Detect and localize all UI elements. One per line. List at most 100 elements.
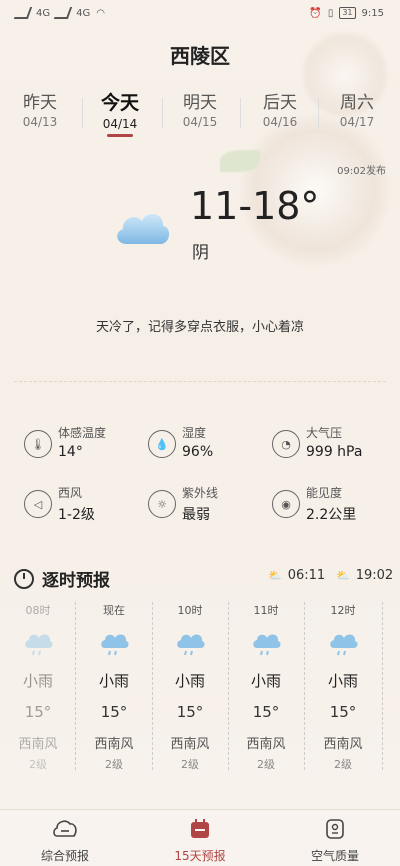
rain-cloud-icon: [84, 626, 144, 662]
metric-value: 96%: [182, 444, 214, 460]
hour-temp: 15°: [24, 703, 52, 721]
divider: [304, 602, 305, 770]
sun-icon: ☼: [148, 490, 176, 518]
day-name: 今天: [100, 92, 139, 114]
wind-direction-icon: ◁: [24, 490, 52, 518]
divider: [82, 98, 83, 128]
day-tab-yesterday[interactable]: 昨天 04/13: [5, 88, 75, 129]
wifi-icon: ◠: [96, 7, 105, 19]
droplet-icon: 💧: [148, 430, 176, 458]
status-bar: 4G 4G ◠ ⏰ ▯ 31 9:15: [0, 0, 400, 28]
metric-wind: ◁ 西风 1-2级: [24, 484, 148, 528]
metric-humidity: 💧 湿度 96%: [148, 424, 272, 468]
air-quality-icon: [280, 818, 390, 843]
metric-value: 最弱: [182, 507, 210, 523]
metric-label: 湿度: [182, 426, 207, 440]
vibrate-icon: ▯: [327, 7, 334, 19]
tab-label: 综合预报: [40, 849, 89, 863]
section-title: 逐时预报: [42, 571, 110, 591]
divider: [162, 98, 163, 128]
hour-weather: 小雨: [327, 672, 358, 690]
hourly-list[interactable]: 08时 小雨 15° 西南风 2级 现在 小雨 15° 西南风 2级 10时 小…: [0, 598, 400, 778]
sunset-time: 19:02: [355, 568, 394, 583]
rain-cloud-icon: [236, 626, 296, 662]
hour-time: 11时: [253, 604, 279, 617]
hour-temp: 15°: [100, 703, 128, 721]
hour-time: 08时: [25, 604, 51, 617]
day-selector: 昨天 04/13 今天 04/14 明天 04/15 后天 04/16 周六 0…: [0, 88, 400, 138]
bottom-tab-bar: 综合预报 15天预报 空气质量: [0, 809, 400, 866]
hour-wind-level: 2级: [334, 758, 352, 771]
hour-time: 12时: [330, 604, 356, 617]
metric-value: 999 hPa: [306, 444, 363, 460]
rain-cloud-icon: [313, 626, 373, 662]
hour-time: 10时: [177, 604, 203, 617]
hour-temp: 15°: [176, 703, 204, 721]
metric-label: 紫外线: [182, 486, 219, 500]
day-tab-saturday[interactable]: 周六 04/17: [322, 88, 392, 129]
metric-uv: ☼ 紫外线 最弱: [148, 484, 272, 528]
metric-label: 能见度: [306, 486, 343, 500]
weather-condition: 阴: [192, 243, 209, 263]
hour-temp: 15°: [252, 703, 280, 721]
thermometer-icon: 🌡: [24, 430, 52, 458]
divider: [240, 98, 241, 128]
divider: [228, 602, 229, 770]
city-title[interactable]: 西陵区: [0, 40, 400, 69]
hour-wind-direction: 西南风: [94, 737, 134, 752]
metric-visibility: ◉ 能见度 2.2公里: [272, 484, 396, 528]
network-label: 4G: [36, 7, 51, 19]
hour-item: 现在 小雨 15° 西南风 2级: [84, 598, 144, 772]
face-cloud-icon: [10, 818, 120, 843]
tab-overall-forecast[interactable]: 综合预报: [10, 818, 120, 864]
hour-temp: 15°: [329, 703, 357, 721]
sunrise-time: 06:11: [287, 568, 326, 583]
rain-cloud-icon: [8, 626, 68, 662]
clock-time: 9:15: [361, 7, 384, 19]
hour-item: 12时 小雨 15° 西南风 2级: [313, 598, 373, 772]
divider: [318, 98, 319, 128]
day-date: 04/17: [339, 115, 375, 129]
rain-cloud-icon: [160, 626, 220, 662]
day-tab-today[interactable]: 今天 04/14: [85, 88, 155, 131]
metric-label: 大气压: [306, 426, 343, 440]
tab-label: 15天预报: [174, 849, 226, 863]
signal-icon: [13, 7, 33, 19]
day-name: 后天: [263, 93, 297, 113]
alarm-icon: ⏰: [309, 7, 322, 19]
clock-icon: [14, 568, 34, 589]
day-tab-tomorrow[interactable]: 明天 04/15: [165, 88, 235, 129]
metric-feels-like: 🌡 体感温度 14°: [24, 424, 148, 468]
calendar-icon: [145, 818, 255, 843]
temperature-range: 11-18°: [190, 184, 320, 228]
hour-item: 10时 小雨 15° 西南风 2级: [160, 598, 220, 772]
hourly-header: 逐时预报: [14, 566, 110, 591]
day-date: 04/14: [102, 117, 138, 131]
hour-weather: 小雨: [22, 672, 53, 690]
hour-weather: 小雨: [250, 672, 281, 690]
day-tab-day-after[interactable]: 后天 04/16: [245, 88, 315, 129]
metric-value: 2.2公里: [306, 507, 357, 523]
cloud-icon: [117, 213, 170, 244]
signal-icon: [53, 7, 73, 19]
hour-wind-direction: 西南风: [170, 737, 210, 752]
sunrise-icon: ⛅: [268, 569, 282, 582]
day-date: 04/13: [22, 115, 58, 129]
divider: [152, 602, 153, 770]
hour-item: 11时 小雨 15° 西南风 2级: [236, 598, 296, 772]
tab-15-day-forecast[interactable]: 15天预报: [145, 818, 255, 864]
hour-item: 08时 小雨 15° 西南风 2级: [8, 598, 68, 772]
tab-air-quality[interactable]: 空气质量: [280, 818, 390, 864]
network-label: 4G: [76, 7, 91, 19]
metric-pressure: ◔ 大气压 999 hPa: [272, 424, 396, 468]
day-name: 明天: [183, 93, 217, 113]
sunset: ⛅ 19:02: [336, 568, 393, 583]
sunset-icon: ⛅: [336, 569, 350, 582]
metric-label: 体感温度: [58, 426, 107, 440]
hour-wind-level: 2级: [29, 758, 47, 771]
leaf-decoration: [220, 150, 260, 172]
hour-wind-direction: 西南风: [323, 737, 363, 752]
divider: [14, 381, 386, 382]
active-day-indicator: [107, 134, 133, 137]
metric-value: 1-2级: [58, 507, 95, 523]
